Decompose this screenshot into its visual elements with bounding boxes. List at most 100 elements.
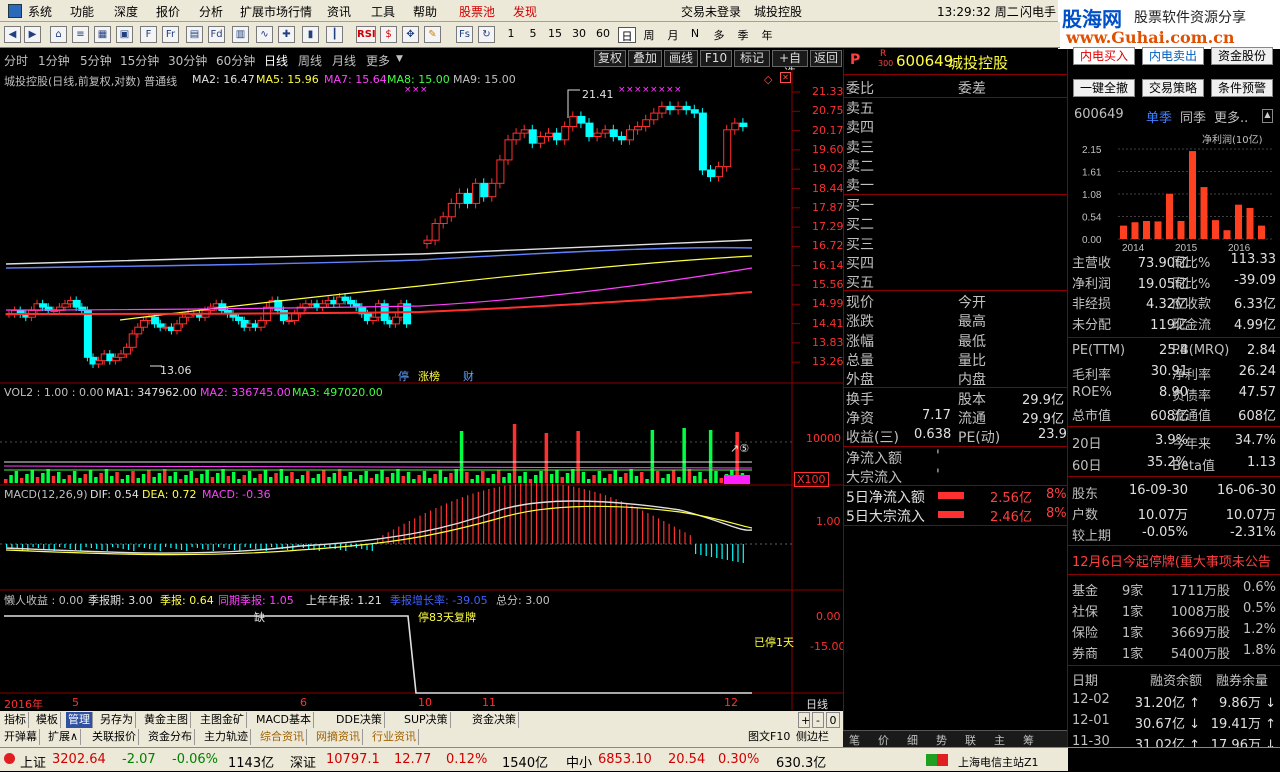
menu-ext-market[interactable]: 扩展市场行情 [240, 3, 312, 20]
fin-tab-quarter[interactable]: 单季 [1146, 107, 1172, 126]
tab-1[interactable]: 模板 [34, 712, 61, 728]
quote-tab-0[interactable]: 笔 [849, 732, 860, 748]
fin-button-2[interactable]: 资金股份 [1211, 47, 1273, 65]
menu-analysis[interactable]: 分析 [199, 3, 223, 20]
grid-icon[interactable]: ▦ [94, 26, 111, 43]
tab-2[interactable]: 管理 [66, 712, 93, 728]
window-icon[interactable]: ▤ [186, 26, 203, 43]
f10-button[interactable]: F10 [700, 50, 732, 67]
tab2-1[interactable]: 扩展∧ [46, 729, 82, 745]
period-5-button[interactable]: 5 [526, 27, 540, 43]
period-15-button[interactable]: 15 [546, 27, 564, 43]
tab2-4[interactable]: 主力轨迹 [202, 729, 251, 745]
tab2-7[interactable]: 行业资讯 [370, 729, 419, 745]
buy-level-1[interactable]: 买二 [846, 214, 874, 234]
tab2-6[interactable]: 网摘资讯 [314, 729, 363, 745]
menu-function[interactable]: 功能 [70, 3, 94, 20]
fund-icon[interactable]: F [140, 26, 157, 43]
period-30-button[interactable]: 30 [570, 27, 588, 43]
period-tab-timeshare[interactable]: 分时 [4, 52, 28, 69]
period-1-button[interactable]: 1 [504, 27, 518, 43]
back-arrow-icon[interactable]: ◀ [4, 26, 21, 43]
menu-help[interactable]: 帮助 [413, 3, 437, 20]
top-gainer-marker[interactable]: 涨榜 [418, 368, 440, 384]
quote-tab-4[interactable]: 联 [965, 732, 976, 748]
tab2-5[interactable]: 综合资讯 [258, 729, 307, 745]
diamond-icon[interactable]: ◇ [764, 73, 772, 86]
finance-marker[interactable]: 财 [463, 368, 474, 384]
bars-icon[interactable]: ▮ [302, 26, 319, 43]
adjust-button[interactable]: 复权 [594, 50, 626, 67]
tab2-2[interactable]: 关联报价 [90, 729, 139, 745]
sidebar-button[interactable]: 侧边栏 [794, 729, 831, 745]
period-tab-15min[interactable]: 15分钟 [120, 52, 159, 69]
flow-icon[interactable]: Fr [162, 26, 179, 43]
period-tab-month[interactable]: 月线 [332, 52, 356, 69]
fin-button-3[interactable]: 一键全撤 [1073, 79, 1135, 97]
plus-icon[interactable]: ✚ [278, 26, 295, 43]
period-week-button[interactable]: 周 [640, 27, 658, 43]
sell-level-2[interactable]: 卖三 [846, 137, 874, 157]
menu-depth[interactable]: 深度 [114, 3, 138, 20]
fin-button-4[interactable]: 交易策略 [1142, 79, 1204, 97]
sell-level-1[interactable]: 卖四 [846, 117, 874, 137]
zoom-in-button[interactable]: + [798, 712, 810, 728]
fin-button-0[interactable]: 内电买入 [1073, 47, 1135, 65]
period-tab-week[interactable]: 周线 [298, 52, 322, 69]
tab-7[interactable]: DDE决策 [334, 712, 385, 728]
quote-tab-2[interactable]: 细 [907, 732, 918, 748]
login-status[interactable]: 交易未登录 [681, 3, 741, 20]
menu-info[interactable]: 资讯 [327, 3, 351, 20]
zx-label[interactable]: 中小 [566, 752, 592, 771]
tab2-3[interactable]: 资金分布 [146, 729, 195, 745]
buy-level-3[interactable]: 买四 [846, 253, 874, 273]
fin-tab-sameq[interactable]: 同季 [1180, 107, 1206, 126]
draw-button[interactable]: 画线 [664, 50, 698, 67]
period-tab-30min[interactable]: 30分钟 [168, 52, 207, 69]
close-icon[interactable]: ✕ [780, 72, 791, 83]
fs-icon[interactable]: Fs [456, 26, 473, 43]
fzd-icon[interactable]: Fd [208, 26, 225, 43]
sell-level-4[interactable]: 卖一 [846, 175, 874, 195]
tab-8[interactable]: SUP决策 [402, 712, 451, 728]
period-year-button[interactable]: 年 [758, 27, 776, 43]
fin-notice[interactable]: 12月6日今起停牌(重大事项未公告 [1072, 551, 1280, 570]
sell-level-3[interactable]: 卖二 [846, 156, 874, 176]
mark-button[interactable]: 标记 [734, 50, 770, 67]
period-tab-day[interactable]: 日线 [264, 52, 288, 69]
tab-3[interactable]: 另存为 [98, 712, 136, 728]
sh-label[interactable]: 上证 [20, 752, 46, 771]
fin-button-1[interactable]: 内电卖出 [1142, 47, 1204, 65]
chevron-down-icon[interactable]: ▼ [396, 54, 403, 64]
period-tab-more[interactable]: 更多 [366, 52, 390, 69]
period-month-button[interactable]: 月 [664, 27, 682, 43]
list-icon[interactable]: ≡ [72, 26, 89, 43]
sell-level-0[interactable]: 卖五 [846, 98, 874, 118]
sz-label[interactable]: 深证 [290, 752, 316, 771]
buy-level-0[interactable]: 买一 [846, 195, 874, 215]
quote-tab-3[interactable]: 势 [936, 732, 947, 748]
kline-icon[interactable]: ┃ [326, 26, 343, 43]
buy-level-2[interactable]: 买三 [846, 234, 874, 254]
chart-icon[interactable]: ▥ [232, 26, 249, 43]
f10-text-button[interactable]: 图文F10 [746, 729, 792, 745]
forward-arrow-icon[interactable]: ▶ [24, 26, 41, 43]
menu-stock-pool[interactable]: 股票池 [459, 3, 495, 20]
tab-9[interactable]: 资金决策 [470, 712, 519, 728]
home-icon[interactable]: ⌂ [50, 26, 67, 43]
rsi-icon[interactable]: RSI [356, 26, 376, 43]
app-logo-icon[interactable] [8, 4, 22, 18]
vol-unit-button[interactable]: X100 [794, 472, 829, 487]
period-60-button[interactable]: 60 [594, 27, 612, 43]
period-multi-button[interactable]: 多 [710, 27, 728, 43]
menu-quote[interactable]: 报价 [156, 3, 180, 20]
tab-5[interactable]: 主图金矿 [198, 712, 247, 728]
move-icon[interactable]: ✥ [402, 26, 419, 43]
pencil-icon[interactable]: ✎ [424, 26, 441, 43]
dollar-icon[interactable]: $ [380, 26, 397, 43]
period-n-button[interactable]: N [688, 27, 702, 43]
zoom-reset-button[interactable]: 0 [826, 712, 840, 728]
period-day-button[interactable]: 日 [618, 27, 636, 43]
trend-icon[interactable]: ∿ [256, 26, 273, 43]
overlay-button[interactable]: 叠加 [628, 50, 662, 67]
